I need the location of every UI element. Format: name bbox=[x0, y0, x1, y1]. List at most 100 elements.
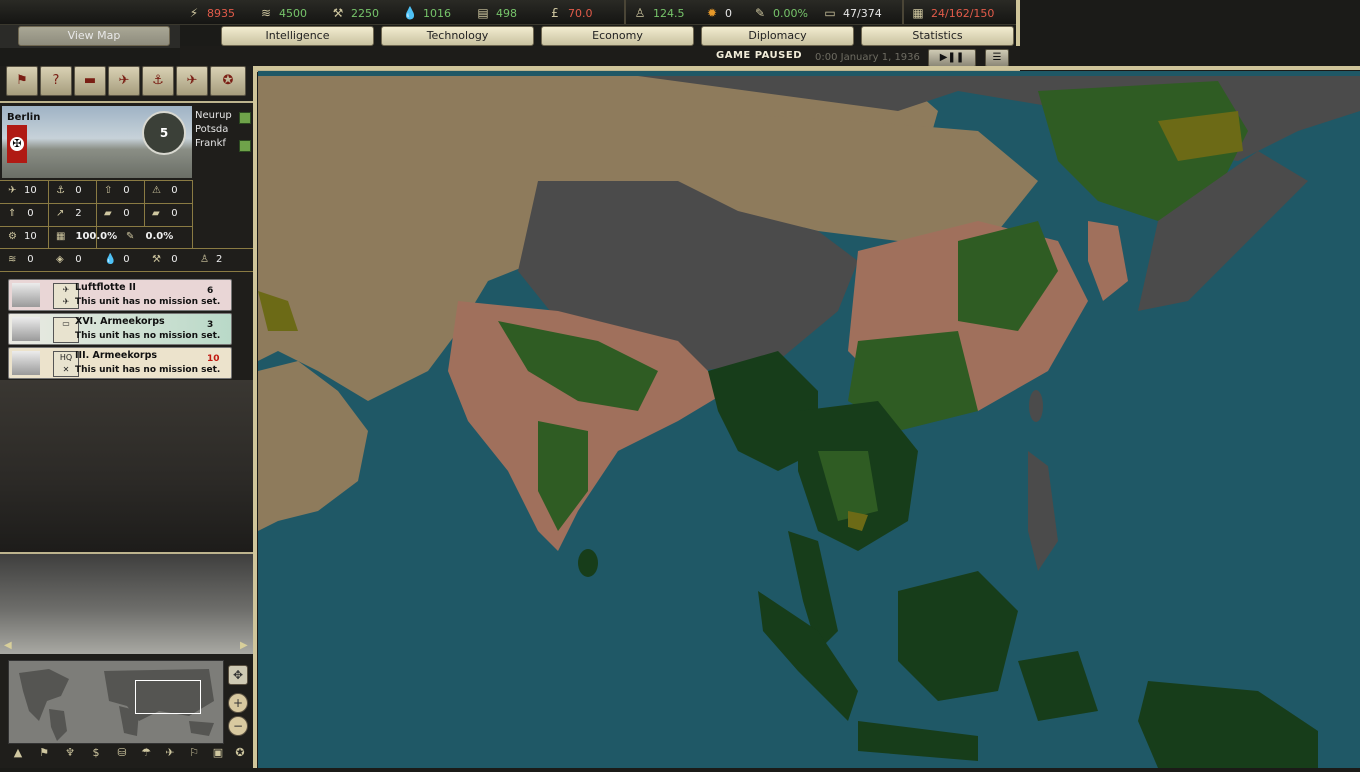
arrow-icon[interactable] bbox=[239, 140, 251, 152]
nuclear-reactor-icon: ⇑ bbox=[8, 208, 17, 219]
energy-icon: ⚡ bbox=[189, 6, 199, 20]
anchor-icon[interactable]: ⚓ bbox=[142, 66, 174, 96]
map-mode-toolbar: ⚑ ? ▬ ✈ ⚓ ✈ ✪ bbox=[4, 66, 250, 96]
star-icon[interactable]: ✪ bbox=[230, 744, 250, 762]
world-map[interactable] bbox=[258, 71, 1360, 768]
weather-icon[interactable]: ☂ bbox=[136, 744, 156, 762]
background-photo bbox=[0, 380, 253, 552]
resource-oil: 💧 1016 bbox=[402, 6, 451, 20]
unit-card[interactable]: HQ ✕ III. Armeekorps This unit has no mis… bbox=[8, 347, 232, 379]
province-name: Berlin bbox=[7, 112, 41, 123]
oil-icon: 💧 bbox=[402, 6, 418, 20]
oil-icon: 💧 bbox=[104, 254, 117, 265]
stat-dissent: ✎ 0.0% bbox=[126, 231, 174, 242]
province-resource-oil: 💧 0 bbox=[104, 254, 130, 265]
unit-card[interactable]: ✈ ✈ Luftflotte II This unit has no missio… bbox=[8, 279, 232, 311]
tab-technology[interactable]: Technology bbox=[381, 26, 534, 46]
zoom-out-icon[interactable]: − bbox=[228, 716, 248, 736]
map-canvas[interactable] bbox=[258, 71, 1360, 768]
national-flag: ✠ bbox=[7, 125, 27, 163]
neighbor-province[interactable]: Frankf bbox=[195, 138, 226, 149]
zoom-in-icon[interactable]: + bbox=[228, 693, 248, 713]
province-resource-metal: ≋ 0 bbox=[8, 254, 34, 265]
province-resource-manpower: ♙ 2 bbox=[200, 254, 223, 265]
scroll-right-icon[interactable]: ▶ bbox=[240, 640, 248, 651]
stat-rocket: ⇧ 0 bbox=[104, 185, 130, 196]
minimap-viewport[interactable] bbox=[135, 680, 201, 714]
resource-energy: ⚡ 8935 bbox=[186, 4, 235, 22]
diplomacy-icon[interactable]: ⚐ bbox=[184, 744, 204, 762]
unit-count: 10 bbox=[207, 354, 220, 364]
metal-icon: ≋ bbox=[8, 254, 17, 265]
money-icon[interactable]: $ bbox=[86, 744, 106, 762]
rare-materials-icon: ⚒ bbox=[152, 254, 161, 265]
unit-card[interactable]: ▭ XVI. Armeekorps This unit has no missi… bbox=[8, 313, 232, 345]
arrow-icon[interactable] bbox=[239, 112, 251, 124]
aa-gun-icon: ↗ bbox=[56, 208, 65, 219]
transport-icon: ▭ bbox=[824, 6, 836, 20]
scroll-left-icon[interactable]: ◀ bbox=[4, 640, 12, 651]
commander-portrait bbox=[12, 351, 40, 375]
rare-materials-icon: ⚒ bbox=[332, 6, 344, 20]
neighbor-province[interactable]: Potsda bbox=[195, 124, 228, 135]
view-map-button[interactable]: View Map bbox=[18, 26, 170, 46]
divider bbox=[48, 180, 49, 248]
dissent-icon: ✎ bbox=[126, 231, 135, 242]
tab-diplomacy[interactable]: Diplomacy bbox=[701, 26, 854, 46]
question-icon[interactable]: ? bbox=[40, 66, 72, 96]
industry-icon: ⚙ bbox=[8, 231, 17, 242]
divider bbox=[144, 180, 145, 226]
tab-statistics[interactable]: Statistics bbox=[861, 26, 1014, 46]
flag-icon[interactable]: ⚑ bbox=[6, 66, 38, 96]
rocket-icon: ⇧ bbox=[104, 185, 113, 196]
game-date: 0:00 January 1, 1936 bbox=[815, 52, 920, 63]
flag-icon[interactable]: ⚑ bbox=[34, 744, 54, 762]
tab-economy[interactable]: Economy bbox=[541, 26, 694, 46]
coastal-fort-icon: ▰ bbox=[152, 208, 160, 219]
stat-aa-gun: ↗ 2 bbox=[56, 208, 82, 219]
radar-icon: ⚠ bbox=[152, 185, 161, 196]
stat-radar: ⚠ 0 bbox=[152, 185, 178, 196]
unit-name: Luftflotte II bbox=[75, 282, 136, 293]
zoom-locate-icon[interactable]: ✥ bbox=[228, 665, 248, 685]
stat-airfield: ✈ 10 bbox=[8, 185, 37, 196]
resource-supplies: ▤ 498 bbox=[475, 4, 517, 22]
resource-nukes: ✹ 0 bbox=[704, 4, 732, 22]
aircraft-icon[interactable]: ✈ bbox=[108, 66, 140, 96]
stat-industry: ⚙ 10 bbox=[8, 231, 37, 242]
star-cross-icon[interactable]: ✪ bbox=[210, 66, 246, 96]
unit-count: 6 bbox=[207, 286, 214, 296]
victory-points-badge: 5 bbox=[142, 111, 186, 155]
bomber-icon[interactable]: ✈ bbox=[176, 66, 208, 96]
tab-intelligence[interactable]: Intelligence bbox=[221, 26, 374, 46]
tank-icon[interactable]: ▬ bbox=[74, 66, 106, 96]
divider bbox=[0, 248, 253, 249]
resource-manpower: ♙ 124.5 bbox=[632, 4, 685, 22]
supply-icon[interactable]: ✈ bbox=[160, 744, 180, 762]
nuke-icon: ✹ bbox=[706, 6, 718, 20]
ceylon[interactable] bbox=[578, 549, 598, 577]
unit-mission: This unit has no mission set. bbox=[75, 331, 221, 341]
play-pause-button[interactable]: ▶❚❚ bbox=[928, 49, 976, 67]
divider bbox=[902, 0, 904, 24]
building-icon[interactable]: ▣ bbox=[208, 744, 228, 762]
terrain-icon[interactable]: ▲ bbox=[8, 744, 28, 762]
money-icon: £ bbox=[551, 6, 559, 20]
menu-button[interactable]: ☰ bbox=[985, 49, 1009, 67]
resource-bar: ⚡ 8935 ≋ 4500 ⚒ 2250 💧 1016 ▤ 498 £70.0 ♙ 124.… bbox=[0, 0, 1020, 70]
province-resource-energy: ◈ 0 bbox=[56, 254, 82, 265]
background-photo bbox=[0, 554, 253, 654]
eagle-icon[interactable]: ♆ bbox=[60, 744, 80, 762]
unit-mission: This unit has no mission set. bbox=[75, 297, 221, 307]
resource-icon[interactable]: ⛁ bbox=[112, 744, 132, 762]
divider bbox=[624, 0, 626, 24]
stat-fort: ▰ 0 bbox=[104, 208, 130, 219]
taiwan[interactable] bbox=[1029, 390, 1043, 422]
resource-metal: ≋ 4500 bbox=[258, 4, 307, 22]
commander-portrait bbox=[12, 283, 40, 307]
neighbor-province[interactable]: Neurup bbox=[195, 110, 232, 121]
infrastructure-icon: ▦ bbox=[56, 231, 66, 242]
province-resource-rare: ⚒ 0 bbox=[152, 254, 178, 265]
resource-money: £70.0 bbox=[547, 4, 592, 22]
resource-rare-materials: ⚒ 2250 bbox=[330, 4, 379, 22]
